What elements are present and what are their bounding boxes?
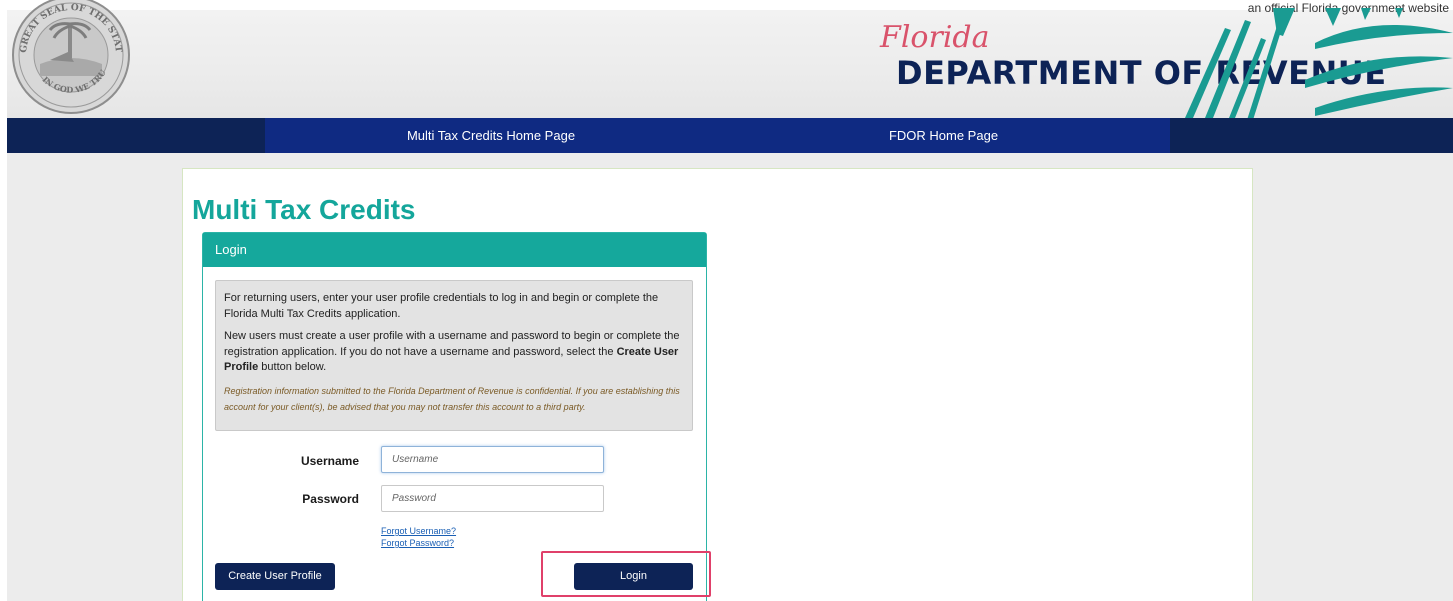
page-title: Multi Tax Credits — [192, 194, 416, 225]
create-user-profile-button[interactable]: Create User Profile — [215, 563, 335, 590]
left-edge-strip — [0, 0, 7, 601]
login-button-highlight — [541, 551, 711, 597]
instructions-new-users: New users must create a user profile wit… — [224, 329, 684, 376]
login-instructions: For returning users, enter your user pro… — [215, 280, 693, 431]
username-input[interactable] — [381, 446, 604, 473]
login-panel-header: Login — [203, 233, 706, 267]
username-label: Username — [300, 454, 359, 468]
page: an official Florida government website G… — [0, 0, 1453, 601]
palm-fronds-icon — [1185, 8, 1453, 118]
content-area: Multi Tax Credits Login For returning us… — [182, 168, 1253, 601]
state-seal-icon: GREAT SEAL OF THE STATE OF FLORIDA IN GO… — [10, 0, 130, 114]
confidentiality-note: Registration information submitted to th… — [224, 385, 680, 412]
main-nav: Multi Tax Credits Home Page FDOR Home Pa… — [7, 118, 1453, 153]
password-input[interactable] — [381, 485, 604, 512]
florida-script-logo: Florida — [880, 20, 990, 55]
nav-multi-tax-credits-home[interactable]: Multi Tax Credits Home Page — [265, 118, 717, 153]
password-label: Password — [302, 492, 359, 506]
forgot-password-link[interactable]: Forgot Password? — [381, 538, 454, 548]
instructions-new-users-text: New users must create a user profile wit… — [224, 330, 680, 358]
forgot-username-link[interactable]: Forgot Username? — [381, 526, 456, 536]
nav-inner-bar: Multi Tax Credits Home Page FDOR Home Pa… — [265, 118, 1170, 153]
instructions-new-users-end: button below. — [258, 361, 327, 373]
nav-fdor-home[interactable]: FDOR Home Page — [717, 118, 1170, 153]
site-header: an official Florida government website G… — [0, 0, 1453, 118]
login-panel: Login For returning users, enter your us… — [202, 232, 707, 601]
instructions-returning-users: For returning users, enter your user pro… — [224, 292, 659, 320]
